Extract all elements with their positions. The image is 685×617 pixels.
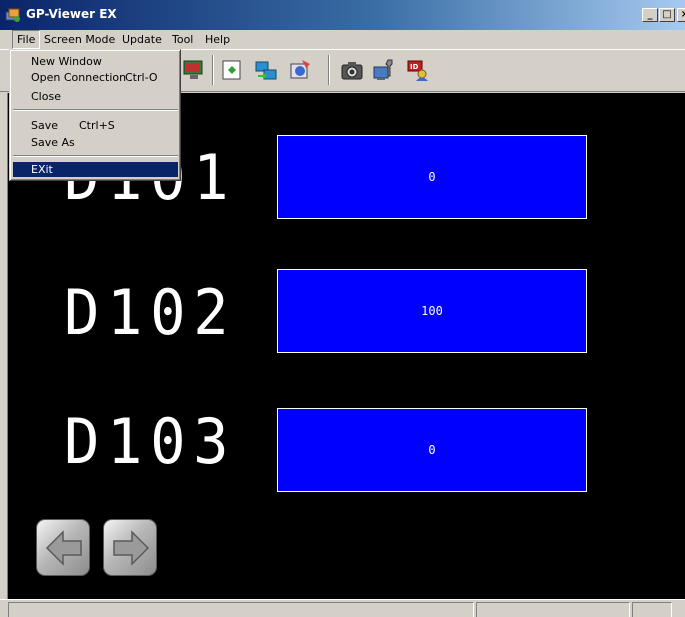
- menu-item-label: Save As: [31, 136, 75, 149]
- id-card-icon[interactable]: ID: [406, 58, 430, 82]
- app-window: GP-Viewer EX _ □ × File Screen Mode Upda…: [0, 0, 685, 617]
- monitor-icon[interactable]: [182, 58, 206, 82]
- device-label-d102: D102: [64, 276, 237, 349]
- menu-item-shortcut: Ctrl+S: [79, 119, 115, 132]
- menu-screen-mode[interactable]: Screen Mode: [40, 30, 119, 49]
- next-screen-button[interactable]: [103, 519, 157, 576]
- status-bar: [0, 599, 685, 617]
- menu-item-save-as[interactable]: Save As: [13, 135, 178, 150]
- prev-screen-button[interactable]: [36, 519, 90, 576]
- status-pane-3: [632, 602, 672, 617]
- device-label-d103: D103: [64, 405, 237, 478]
- tools-icon[interactable]: [372, 58, 396, 82]
- value-display-d101[interactable]: 0: [277, 135, 587, 219]
- menu-separator: [13, 109, 178, 111]
- toolbar-separator: [212, 55, 214, 85]
- arrow-left-icon: [45, 530, 82, 566]
- menu-bar: File Screen Mode Update Tool Help: [0, 30, 685, 49]
- menu-tool[interactable]: Tool: [168, 30, 197, 49]
- menu-help[interactable]: Help: [201, 30, 234, 49]
- value-text: 0: [428, 170, 436, 184]
- screen-left-border: [0, 93, 8, 599]
- menu-item-label: Close: [31, 90, 61, 103]
- transfer-icon[interactable]: [254, 58, 278, 82]
- menu-item-new-window[interactable]: New Window: [13, 54, 178, 69]
- value-text: 0: [428, 443, 436, 457]
- minimize-button[interactable]: _: [642, 8, 658, 22]
- sync-icon[interactable]: [220, 58, 244, 82]
- window-title: GP-Viewer EX: [26, 7, 117, 21]
- arrow-right-icon: [113, 530, 150, 566]
- menu-item-shortcut: Ctrl-O: [125, 71, 158, 84]
- status-pane-2: [476, 602, 630, 617]
- close-button[interactable]: ×: [677, 8, 685, 22]
- maximize-button[interactable]: □: [659, 8, 675, 22]
- app-icon: [5, 8, 20, 22]
- image-icon[interactable]: [288, 58, 312, 82]
- menu-item-open-connection[interactable]: Open Connection Ctrl-O: [13, 70, 178, 85]
- menu-separator: [13, 155, 178, 157]
- menu-item-label: Open Connection: [31, 71, 127, 84]
- camera-icon[interactable]: [340, 58, 364, 82]
- value-display-d102[interactable]: 100: [277, 269, 587, 353]
- toolbar-separator: [328, 55, 330, 85]
- menu-item-label: EXit: [31, 163, 53, 176]
- status-pane-main: [8, 602, 474, 617]
- menu-item-label: Save: [31, 119, 59, 132]
- menu-file[interactable]: File: [12, 30, 41, 49]
- value-text: 100: [421, 304, 443, 318]
- file-menu-dropdown: New Window Open Connection Ctrl-O Close …: [9, 49, 181, 181]
- value-display-d103[interactable]: 0: [277, 408, 587, 492]
- menu-item-exit[interactable]: EXit: [13, 162, 178, 177]
- menu-item-close[interactable]: Close: [13, 89, 178, 104]
- title-bar[interactable]: GP-Viewer EX _ □ ×: [0, 0, 685, 30]
- menu-item-save[interactable]: Save Ctrl+S: [13, 118, 178, 133]
- menu-update[interactable]: Update: [118, 30, 166, 49]
- svg-text:ID: ID: [410, 63, 419, 71]
- menu-item-label: New Window: [31, 55, 102, 68]
